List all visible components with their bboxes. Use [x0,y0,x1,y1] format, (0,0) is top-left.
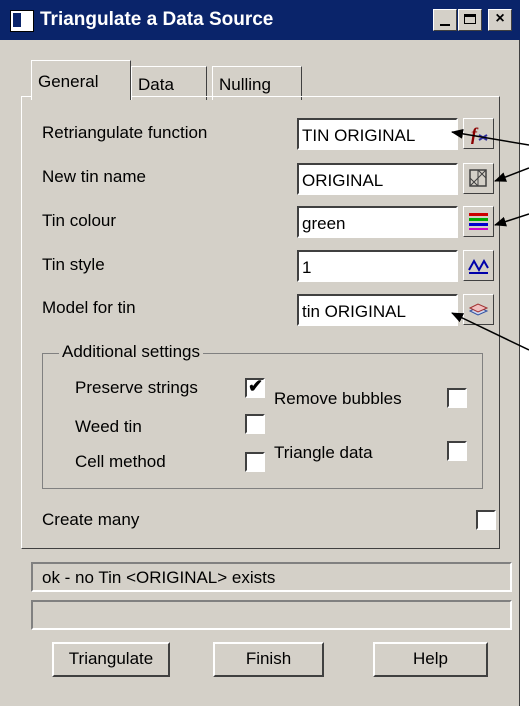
triangle-data-checkbox[interactable] [447,441,467,461]
tab-data[interactable]: Data [131,66,207,100]
create-many-checkbox[interactable] [476,510,496,530]
minimize-button[interactable] [433,9,457,31]
retriangulate-field[interactable]: TIN ORIGINAL [297,118,458,150]
additional-settings-title: Additional settings [59,342,203,362]
remove-bubbles-label: Remove bubbles [274,389,402,408]
help-button[interactable]: Help [373,642,488,677]
tin-colour-field[interactable]: green [297,206,458,238]
preserve-strings-label: Preserve strings [75,378,198,397]
app-icon [10,10,34,32]
finish-button[interactable]: Finish [213,642,324,677]
cell-method-checkbox[interactable] [245,452,265,472]
tin-style-field[interactable]: 1 [297,250,458,282]
create-many-label: Create many [42,510,140,529]
status-message-secondary [31,600,512,630]
tab-nulling[interactable]: Nulling [212,66,302,100]
cell-method-label: Cell method [75,452,166,471]
remove-bubbles-checkbox[interactable] [447,388,467,408]
close-button[interactable]: × [488,9,512,31]
style-icon[interactable] [463,250,494,281]
colour-icon[interactable] [463,206,494,237]
maximize-button[interactable] [458,9,482,31]
dialog-window: Triangulate a Data Source × General Data… [0,0,520,706]
tin-name-field[interactable]: ORIGINAL [297,163,458,195]
svg-text:f: f [471,124,479,144]
weed-tin-label: Weed tin [75,417,142,436]
tin-colour-label: Tin colour [42,211,117,230]
triangle-data-label: Triangle data [274,443,373,462]
tab-general[interactable]: General [31,60,131,100]
tin-icon[interactable] [463,163,494,194]
title-bar[interactable]: Triangulate a Data Source × [0,0,520,40]
weed-tin-checkbox[interactable] [245,414,265,434]
triangulate-button[interactable]: Triangulate [52,642,170,677]
status-message: ok - no Tin <ORIGINAL> exists [31,562,512,592]
retriangulate-label: Retriangulate function [42,123,208,142]
check-icon: ✔ [248,376,264,396]
model-field[interactable]: tin ORIGINAL [297,294,458,326]
model-icon[interactable] [463,294,494,325]
preserve-strings-checkbox[interactable]: ✔ [245,376,265,398]
function-icon[interactable]: f [463,118,494,149]
window-title: Triangulate a Data Source [40,9,274,30]
tin-style-label: Tin style [42,255,105,274]
model-label: Model for tin [42,298,136,317]
tin-name-label: New tin name [42,167,146,186]
